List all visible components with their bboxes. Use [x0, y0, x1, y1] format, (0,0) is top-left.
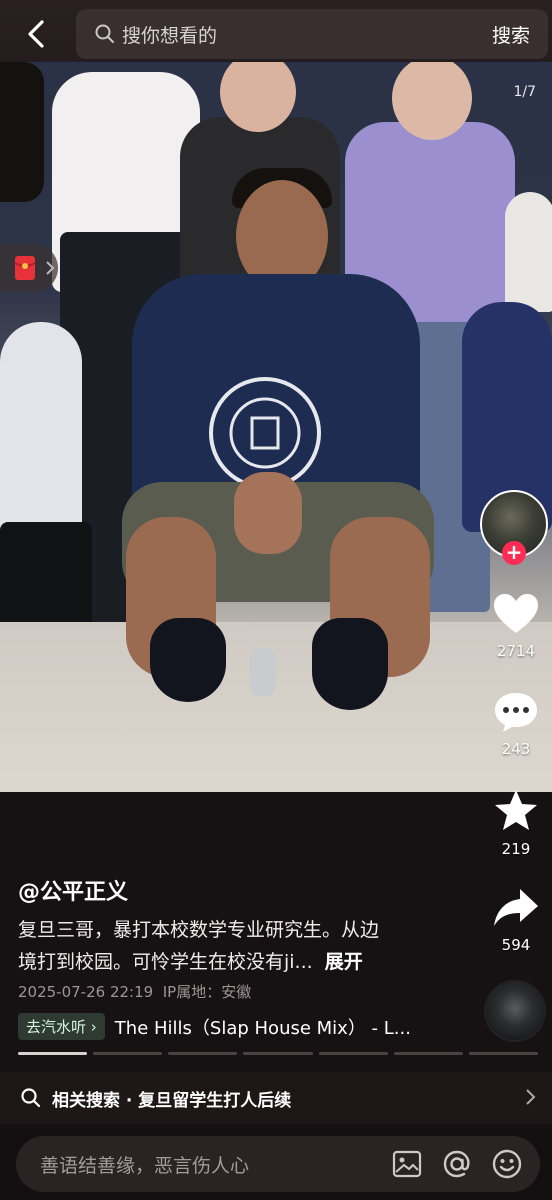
emoji-icon: [492, 1149, 522, 1179]
like-count: 2714: [496, 642, 536, 660]
comment-input[interactable]: 善语结善缘，恶言伤人心: [16, 1136, 540, 1192]
image-counter: 1/7: [513, 84, 536, 100]
back-button[interactable]: [14, 14, 58, 54]
progress-segment: [243, 1052, 313, 1055]
music-row[interactable]: 去汽水听 › The Hills（Slap House Mix） - L...: [18, 1013, 411, 1040]
search-input[interactable]: 搜你想看的 搜索: [76, 9, 548, 59]
comment-bar: 善语结善缘，恶言伤人心: [0, 1128, 552, 1200]
comment-icon: [495, 693, 537, 732]
music-tag[interactable]: 去汽水听 ›: [18, 1013, 105, 1040]
emoji-button[interactable]: [490, 1147, 524, 1181]
progress-segment: [18, 1052, 88, 1055]
search-button[interactable]: 搜索: [492, 21, 530, 48]
hair-left: [0, 62, 44, 202]
post-time: 2025-07-26 22:19: [18, 983, 154, 1001]
music-tag-label: 去汽水听: [26, 1018, 87, 1036]
chevron-right-icon: [526, 1089, 536, 1105]
man-hands: [234, 472, 302, 554]
music-disc[interactable]: [484, 980, 546, 1042]
mention-button[interactable]: [440, 1147, 474, 1181]
top-bar: 搜你想看的 搜索: [0, 0, 552, 66]
progress-segment: [468, 1052, 538, 1055]
author-name[interactable]: @公平正义: [18, 874, 128, 906]
search-icon: [95, 24, 114, 43]
progress-segment: [318, 1052, 388, 1055]
search-placeholder: 搜你想看的: [122, 24, 218, 47]
red-packet-button[interactable]: [0, 244, 58, 292]
related-search-text: 相关搜索 · 复旦留学生打人后续: [52, 1090, 292, 1111]
star-icon: [495, 790, 537, 830]
share-button[interactable]: 594: [486, 886, 546, 954]
floor: [0, 622, 552, 792]
image-button[interactable]: [390, 1147, 424, 1181]
water-bottle: [250, 648, 276, 696]
comment-placeholder: 善语结善缘，恶言伤人心: [40, 1154, 250, 1177]
red-packet-icon: [14, 256, 36, 280]
like-button[interactable]: 2714: [486, 592, 546, 660]
comment-count: 243: [501, 740, 531, 758]
share-icon: [494, 889, 538, 926]
ip-location: IP属地：安徽: [162, 983, 252, 1001]
description-line-2: 境打到校园。可怜学生在校没有ji...: [18, 951, 313, 973]
post-meta: 2025-07-26 22:19 IP属地：安徽: [18, 981, 251, 1002]
back-icon: [28, 20, 44, 48]
image-icon: [392, 1150, 422, 1178]
description-line-1: 复旦三哥，暴打本校数学专业研究生。从边: [18, 919, 380, 941]
favorite-count: 219: [501, 840, 531, 858]
share-count: 594: [501, 936, 531, 954]
chevron-right-icon: [46, 261, 55, 275]
at-icon: [443, 1150, 470, 1178]
progress-segment: [93, 1052, 163, 1055]
music-title: The Hills（Slap House Mix） - L...: [114, 1017, 411, 1039]
follow-button[interactable]: +: [502, 541, 526, 565]
progress-segment: [393, 1052, 463, 1055]
search-icon: [21, 1088, 41, 1108]
favorite-button[interactable]: 219: [486, 788, 546, 858]
comment-button[interactable]: 243: [486, 690, 546, 758]
slide-left: [150, 618, 226, 702]
post-description[interactable]: 复旦三哥，暴打本校数学专业研究生。从边 境打到校园。可怜学生在校没有ji... …: [18, 914, 458, 978]
related-search-bar[interactable]: 相关搜索 · 复旦留学生打人后续: [0, 1072, 552, 1124]
figure-right-white: [505, 192, 552, 312]
progress-segment: [168, 1052, 238, 1055]
expand-link[interactable]: 展开: [325, 951, 363, 973]
heart-icon: [494, 594, 538, 633]
post-image[interactable]: 1/7: [0, 62, 552, 792]
slide-right: [312, 618, 388, 710]
image-progress: [18, 1052, 538, 1056]
